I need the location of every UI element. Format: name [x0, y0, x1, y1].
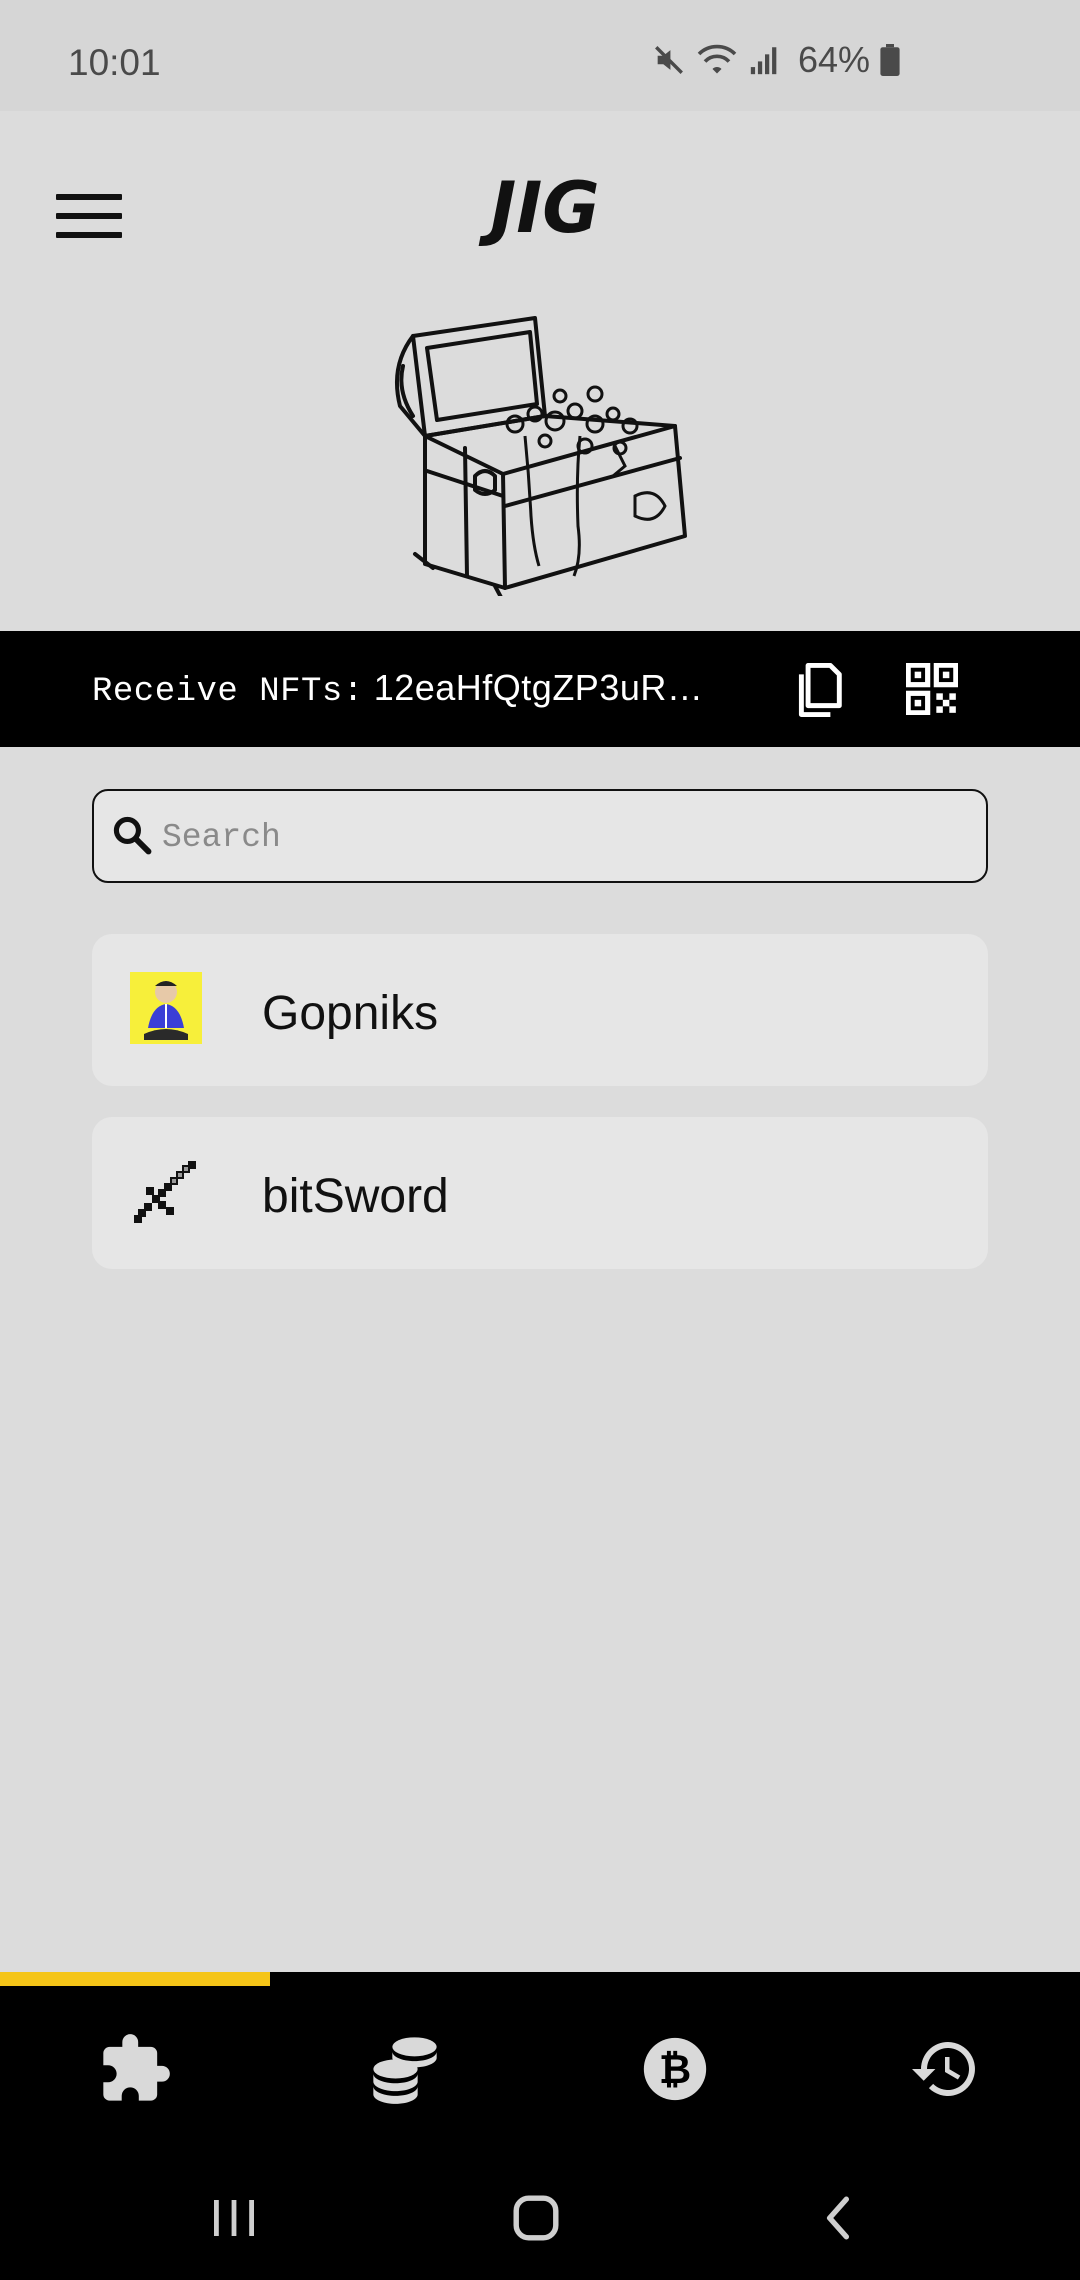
- app-header: JIG: [0, 111, 1080, 631]
- back-icon: [826, 2196, 850, 2240]
- search-input[interactable]: [160, 805, 964, 869]
- bottom-nav: ₿: [0, 1986, 1080, 2152]
- tab-indicator-track: [0, 1972, 1080, 1986]
- recent-apps-icon: [214, 2200, 254, 2236]
- nav-tab-history[interactable]: [810, 1986, 1080, 2152]
- app-logo: JIG: [478, 167, 600, 246]
- gopnik-avatar-icon: [130, 972, 202, 1044]
- app-logo-text: JIG: [478, 167, 600, 246]
- pixel-sword-icon: [134, 1161, 196, 1223]
- receive-bar: Receive NFTs: 12eaHfQtgZP3uR…: [0, 631, 1080, 747]
- receive-text: Receive NFTs: 12eaHfQtgZP3uR…: [92, 667, 703, 711]
- treasure-chest-illustration: [395, 316, 687, 596]
- menu-bar: [56, 232, 122, 238]
- receive-label: Receive NFTs:: [92, 673, 364, 711]
- collection-name: bitSword: [262, 1170, 449, 1223]
- back-button[interactable]: [798, 2188, 878, 2248]
- nav-tab-tokens[interactable]: [270, 1986, 540, 2152]
- history-icon: [912, 2042, 975, 2096]
- receive-address[interactable]: 12eaHfQtgZP3uR…: [374, 667, 704, 708]
- recent-apps-button[interactable]: [194, 2188, 274, 2248]
- mute-icon: [654, 46, 683, 74]
- menu-bar: [56, 213, 122, 219]
- qr-code-icon[interactable]: [906, 663, 958, 715]
- svg-text:₿: ₿: [659, 2047, 691, 2093]
- home-button[interactable]: [496, 2188, 576, 2248]
- search-box[interactable]: [92, 789, 988, 883]
- status-icons: 64%: [652, 39, 900, 80]
- nav-tab-nfts[interactable]: [0, 1986, 270, 2152]
- bitcoin-icon: ₿: [643, 2037, 707, 2101]
- system-nav-bar: [0, 2152, 1080, 2280]
- home-icon: [513, 2195, 559, 2241]
- signal-icon: [750, 47, 777, 75]
- battery-icon: [880, 44, 900, 76]
- search-icon: [113, 816, 152, 855]
- coins-icon: [373, 2037, 437, 2104]
- status-time: 10:01: [68, 42, 161, 83]
- copy-icon[interactable]: [790, 661, 844, 719]
- puzzle-icon: [103, 2034, 170, 2101]
- menu-bar: [56, 194, 122, 200]
- collection-card-bitsword[interactable]: bitSword: [92, 1117, 988, 1269]
- battery-percent: 64%: [797, 39, 870, 80]
- status-bar: 10:01 64%: [0, 0, 1080, 111]
- collection-card-gopniks[interactable]: Gopniks: [92, 934, 988, 1086]
- wifi-icon: [697, 44, 737, 74]
- nav-tab-bitcoin[interactable]: ₿: [540, 1986, 810, 2152]
- tab-indicator: [0, 1972, 270, 1986]
- menu-button[interactable]: [56, 181, 136, 251]
- collection-name: Gopniks: [262, 987, 439, 1040]
